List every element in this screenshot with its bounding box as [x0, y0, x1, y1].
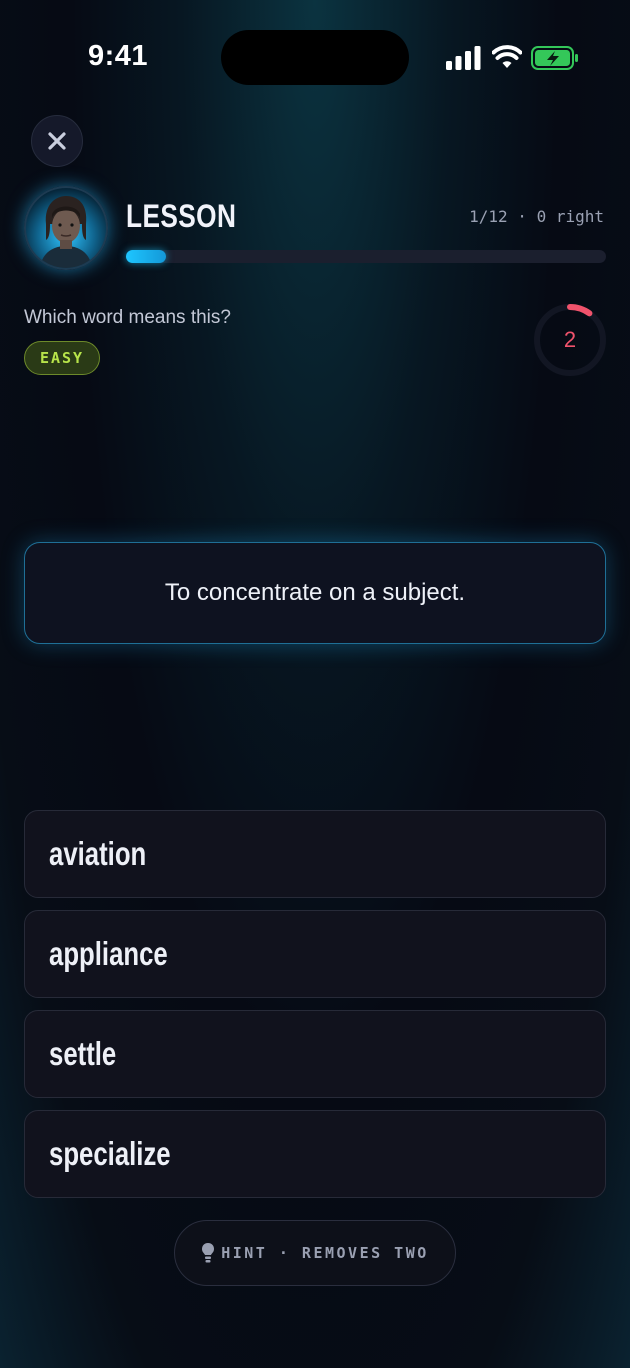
status-time: 9:41 — [88, 40, 149, 72]
difficulty-badge: EASY — [24, 341, 100, 375]
lightbulb-icon — [202, 1243, 215, 1263]
definition-card: To concentrate on a subject. — [24, 542, 606, 644]
dynamic-island — [221, 30, 409, 85]
lesson-title: LESSON — [126, 198, 237, 234]
hint-button[interactable]: HINT · REMOVES TWO — [174, 1220, 456, 1286]
progress-fill — [126, 250, 166, 263]
progress-bar — [126, 250, 606, 263]
avatar — [24, 186, 108, 270]
progress-text: 1/12 · 0 right — [469, 207, 604, 226]
status-bar: 9:41 — [0, 0, 630, 110]
hint-label: HINT · REMOVES TWO — [221, 1244, 429, 1262]
battery-charging-icon — [531, 46, 578, 70]
answer-option-label: appliance — [49, 935, 168, 972]
answer-option-label: specialize — [49, 1135, 171, 1172]
answer-option-label: aviation — [49, 835, 147, 872]
answer-option[interactable]: specialize — [24, 1110, 606, 1198]
answer-option[interactable]: settle — [24, 1010, 606, 1098]
timer-count: 2 — [563, 327, 577, 352]
avatar-portrait-icon — [40, 196, 92, 268]
wifi-icon — [492, 45, 522, 68]
close-button[interactable] — [31, 115, 83, 167]
question-prompt: Which word means this? — [24, 307, 231, 328]
answer-options: aviation appliance settle specialize — [24, 810, 606, 1210]
answer-option[interactable]: aviation — [24, 810, 606, 898]
close-icon — [48, 132, 66, 150]
cellular-signal-icon — [446, 46, 481, 70]
answer-option[interactable]: appliance — [24, 910, 606, 998]
answer-option-label: settle — [49, 1035, 117, 1072]
